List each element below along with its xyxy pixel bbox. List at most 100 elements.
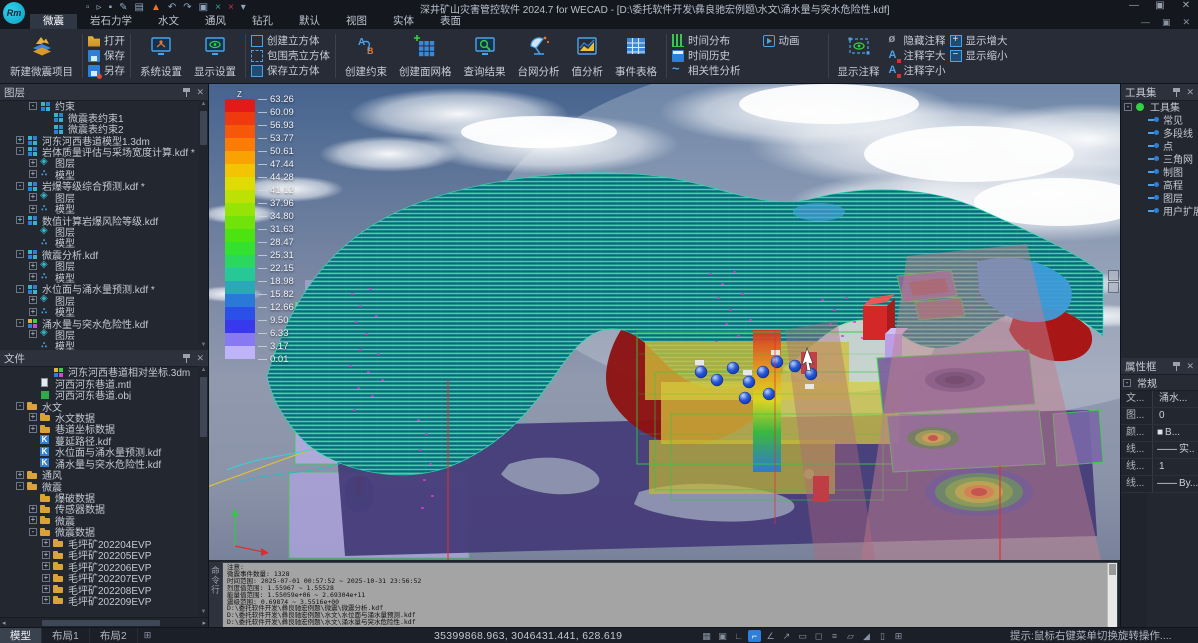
- app-logo-icon[interactable]: Rm: [3, 2, 25, 24]
- file-tree-item[interactable]: 蔓延路径.kdf: [0, 435, 199, 446]
- layer-tree-item[interactable]: + 图层: [0, 294, 199, 305]
- layer-tree-item[interactable]: - 岩爆等级综合预测.kdf *: [0, 180, 199, 191]
- 3d-viewport[interactable]: Z 63.2660.0956.9353.7750.6147.4444.2841.…: [209, 84, 1120, 560]
- file-tree-item[interactable]: + 毛坪矿202207EVP: [0, 572, 199, 583]
- annotation-scale-icon[interactable]: ◢: [860, 630, 873, 642]
- time-history-button[interactable]: 时间历史: [672, 49, 741, 62]
- annotation-larger-button[interactable]: 注释字大: [888, 49, 946, 62]
- show-annotation-button[interactable]: 显示注释: [832, 31, 886, 81]
- properties-section-header[interactable]: - 常规: [1121, 375, 1198, 391]
- close-view-red-icon[interactable]: ×: [228, 1, 234, 14]
- save-cube-button[interactable]: 保存立方体: [251, 64, 330, 77]
- display-smaller-button[interactable]: 显示缩小: [950, 49, 1008, 62]
- open-button[interactable]: 打开: [88, 34, 125, 47]
- toolset-item[interactable]: 点: [1121, 139, 1198, 152]
- grid-icon[interactable]: ▦: [700, 630, 713, 642]
- file-tree-item[interactable]: - 水文: [0, 400, 199, 411]
- value-analysis-button[interactable]: 值分析: [566, 31, 610, 81]
- layer-tree-item[interactable]: + 模型: [0, 306, 199, 317]
- file-tree-item[interactable]: + 毛坪矿202204EVP: [0, 538, 199, 549]
- layer-tree-item[interactable]: 微震表约束1: [0, 111, 199, 122]
- expander-icon[interactable]: -: [16, 319, 24, 327]
- layer-tree-item[interactable]: - 岩体质量评估与采场宽度计算.kdf *: [0, 146, 199, 157]
- property-row[interactable]: 图... 0: [1121, 408, 1198, 425]
- expander-icon[interactable]: +: [42, 551, 50, 559]
- edit-icon[interactable]: ✎: [119, 1, 127, 14]
- expander-icon[interactable]: -: [29, 528, 37, 536]
- command-log-scrollbar[interactable]: [1107, 563, 1117, 627]
- network-analysis-button[interactable]: 台网分析: [512, 31, 566, 81]
- menu-tab[interactable]: 通风: [192, 12, 239, 29]
- new-layout-icon[interactable]: ⊞: [138, 630, 158, 641]
- snap-icon[interactable]: ▣: [716, 630, 729, 642]
- file-tree-item[interactable]: + 微震: [0, 515, 199, 526]
- print-icon[interactable]: ▤: [135, 1, 144, 14]
- command-log[interactable]: 注意: 微震事件数量: 1328 时间范围: 2025-07-01 00:57:…: [223, 563, 1117, 627]
- expander-icon[interactable]: -: [16, 182, 24, 190]
- expander-icon[interactable]: +: [42, 574, 50, 582]
- expander-icon[interactable]: +: [29, 516, 37, 524]
- create-mesh-button[interactable]: 创建面网格: [393, 31, 458, 81]
- layer-tree-item[interactable]: 模型: [0, 340, 199, 350]
- layer-tree-item[interactable]: - 水位面与涌水量预测.kdf *: [0, 283, 199, 294]
- expander-icon[interactable]: -: [29, 102, 37, 110]
- pin-icon[interactable]: [183, 354, 190, 363]
- system-settings-button[interactable]: 系统设置: [134, 31, 188, 81]
- menu-tab[interactable]: 钻孔: [239, 12, 286, 29]
- expander-icon[interactable]: +: [29, 193, 37, 201]
- doc-restore-icon[interactable]: ▣: [1162, 17, 1171, 28]
- menu-tab[interactable]: 视图: [333, 12, 380, 29]
- animation-button[interactable]: 动画: [763, 34, 800, 47]
- viewport-panel-handle[interactable]: [1108, 270, 1119, 281]
- file-tree-item[interactable]: + 毛坪矿202205EVP: [0, 549, 199, 560]
- viewport-icon[interactable]: ▣: [199, 1, 208, 14]
- layer-tree-item[interactable]: 微震表约束2: [0, 123, 199, 134]
- menu-tab[interactable]: 水文: [145, 12, 192, 29]
- toolset-item[interactable]: 高程: [1121, 178, 1198, 191]
- expander-icon[interactable]: -: [16, 147, 24, 155]
- expander-icon[interactable]: +: [29, 425, 37, 433]
- file-tree-item[interactable]: + 毛坪矿202206EVP: [0, 560, 199, 571]
- expander-icon[interactable]: +: [16, 471, 24, 479]
- save-button[interactable]: 保存: [88, 49, 125, 62]
- expander-icon[interactable]: -: [16, 402, 24, 410]
- layer-tree-item[interactable]: + 模型: [0, 272, 199, 283]
- expander-icon[interactable]: +: [42, 562, 50, 570]
- lineweight-icon[interactable]: ▭: [796, 630, 809, 642]
- property-row[interactable]: 线... ——实..: [1121, 442, 1198, 459]
- expander-icon[interactable]: -: [16, 285, 24, 293]
- layer-tree-item[interactable]: - 约束: [0, 100, 199, 111]
- layer-tree-item[interactable]: 图层: [0, 226, 199, 237]
- hide-annotation-button[interactable]: 隐藏注释: [888, 34, 946, 47]
- menu-tab[interactable]: 微震: [30, 12, 77, 29]
- osnap-icon[interactable]: ∠: [764, 630, 777, 642]
- layer-tree-item[interactable]: + 图层: [0, 157, 199, 168]
- panel-close-icon[interactable]: ✕: [1186, 88, 1194, 97]
- display-larger-button[interactable]: 显示增大: [950, 34, 1008, 47]
- doc-close-icon[interactable]: ✕: [1182, 17, 1190, 28]
- close-icon[interactable]: ✕: [1180, 0, 1192, 11]
- minimize-icon[interactable]: —: [1128, 0, 1140, 11]
- pin-icon[interactable]: [1173, 88, 1180, 97]
- open-file-icon[interactable]: ▹: [97, 1, 102, 14]
- expander-icon[interactable]: +: [29, 505, 37, 513]
- file-tree-item[interactable]: 河西河东巷道.mtl: [0, 377, 199, 388]
- file-tree-item[interactable]: 河西河东巷道.obj: [0, 389, 199, 400]
- layer-tree-item[interactable]: + 图层: [0, 329, 199, 340]
- expander-icon[interactable]: +: [29, 262, 37, 270]
- expander-icon[interactable]: +: [29, 170, 37, 178]
- layer-tree-item[interactable]: + 图层: [0, 192, 199, 203]
- file-tree-item[interactable]: - 微震: [0, 480, 199, 491]
- dynamic-input-icon[interactable]: ▱: [844, 630, 857, 642]
- layer-tree-item[interactable]: + 模型: [0, 203, 199, 214]
- expander-icon[interactable]: -: [1124, 103, 1132, 111]
- expander-icon[interactable]: +: [16, 216, 24, 224]
- layer-tree-item[interactable]: - 微震分析.kdf: [0, 249, 199, 260]
- app-logo-a-icon[interactable]: ▲: [151, 1, 161, 14]
- transparency-icon[interactable]: ◻: [812, 630, 825, 642]
- create-cube-button[interactable]: 创建立方体: [251, 34, 330, 47]
- create-constraint-button[interactable]: A B 创建约束: [339, 31, 393, 81]
- layer-tree-item[interactable]: - 涌水量与突水危险性.kdf: [0, 317, 199, 328]
- layer-tree-item[interactable]: + 模型: [0, 169, 199, 180]
- expander-icon[interactable]: +: [29, 296, 37, 304]
